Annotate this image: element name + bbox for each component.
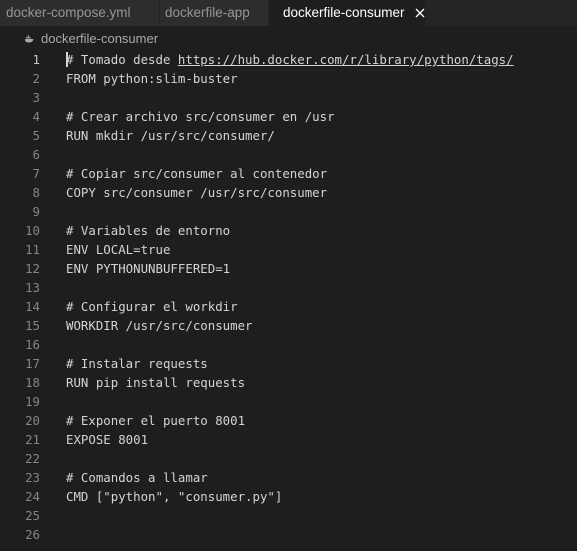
code-line[interactable]: 16 bbox=[0, 335, 577, 354]
code-line[interactable]: 3 bbox=[0, 88, 577, 107]
line-number: 2 bbox=[32, 71, 40, 86]
code-line[interactable]: 6 bbox=[0, 145, 577, 164]
code-text[interactable]: # Configurar el workdir bbox=[66, 297, 238, 316]
code-text[interactable]: # Variables de entorno bbox=[66, 221, 230, 240]
breadcrumb: dockerfile-consumer bbox=[0, 26, 577, 51]
breadcrumb-label[interactable]: dockerfile-consumer bbox=[41, 31, 158, 46]
line-number: 20 bbox=[25, 413, 40, 428]
line-number: 25 bbox=[25, 508, 40, 523]
code-text[interactable]: # Crear archivo src/consumer en /usr bbox=[66, 107, 335, 126]
code-line[interactable]: 12 ENV PYTHONUNBUFFERED=1 bbox=[0, 259, 577, 278]
code-line[interactable]: 21 EXPOSE 8001 bbox=[0, 430, 577, 449]
code-text[interactable]: CMD ["python", "consumer.py"] bbox=[66, 487, 282, 506]
line-number: 18 bbox=[25, 375, 40, 390]
code-text[interactable]: # Exponer el puerto 8001 bbox=[66, 411, 245, 430]
code-line[interactable]: 9 bbox=[0, 202, 577, 221]
code-line[interactable]: 15 WORKDIR /usr/src/consumer bbox=[0, 316, 577, 335]
code-line[interactable]: 23 # Comandos a llamar bbox=[0, 468, 577, 487]
line-number: 19 bbox=[25, 394, 40, 409]
code-line[interactable]: 14 # Configurar el workdir bbox=[0, 297, 577, 316]
tab-bar: docker-compose.yml dockerfile-app docker… bbox=[0, 0, 577, 26]
line-number: 11 bbox=[25, 242, 40, 257]
code-editor[interactable]: 1 # Tomado desde https://hub.docker.com/r… bbox=[0, 50, 577, 551]
file-icon bbox=[23, 33, 35, 45]
tab-dockerfile-app[interactable]: dockerfile-app bbox=[160, 0, 269, 26]
code-text[interactable]: # Comandos a llamar bbox=[66, 468, 208, 487]
line-number: 23 bbox=[25, 470, 40, 485]
line-number: 14 bbox=[25, 299, 40, 314]
line-number: 6 bbox=[32, 147, 40, 162]
code-line[interactable]: 1 # Tomado desde https://hub.docker.com/r… bbox=[0, 50, 577, 69]
tab-dockerfile-consumer[interactable]: dockerfile-consumer bbox=[269, 0, 425, 26]
line-number: 12 bbox=[25, 261, 40, 276]
code-line[interactable]: 26 bbox=[0, 525, 577, 544]
code-line[interactable]: 2 FROM python:slim-buster bbox=[0, 69, 577, 88]
line-number: 3 bbox=[32, 90, 40, 105]
code-text[interactable]: # Copiar src/consumer al contenedor bbox=[66, 164, 327, 183]
line-number: 5 bbox=[32, 128, 40, 143]
code-line[interactable]: 4 # Crear archivo src/consumer en /usr bbox=[0, 107, 577, 126]
code-text[interactable]: WORKDIR /usr/src/consumer bbox=[66, 316, 253, 335]
code-text[interactable]: # Tomado desde https://hub.docker.com/r/… bbox=[66, 50, 514, 69]
line-number: 21 bbox=[25, 432, 40, 447]
line-number: 4 bbox=[32, 109, 40, 124]
line-number: 10 bbox=[25, 223, 40, 238]
tab-docker-compose[interactable]: docker-compose.yml bbox=[0, 0, 160, 26]
code-line[interactable]: 22 bbox=[0, 449, 577, 468]
line-number: 15 bbox=[25, 318, 40, 333]
tab-label: dockerfile-consumer bbox=[283, 5, 405, 20]
code-line[interactable]: 13 bbox=[0, 278, 577, 297]
code-line[interactable]: 20 # Exponer el puerto 8001 bbox=[0, 411, 577, 430]
line-number: 17 bbox=[25, 356, 40, 371]
line-number: 13 bbox=[25, 280, 40, 295]
code-line[interactable]: 7 # Copiar src/consumer al contenedor bbox=[0, 164, 577, 183]
line-number: 8 bbox=[32, 185, 40, 200]
line-number: 26 bbox=[25, 527, 40, 542]
url-link[interactable]: https://hub.docker.com/r/library/python/… bbox=[178, 52, 514, 67]
line-number: 9 bbox=[32, 204, 40, 219]
code-text[interactable]: ENV PYTHONUNBUFFERED=1 bbox=[66, 259, 230, 278]
line-number: 1 bbox=[32, 52, 40, 67]
tab-bar-empty bbox=[425, 0, 577, 26]
close-icon[interactable] bbox=[413, 6, 425, 20]
code-text[interactable]: RUN pip install requests bbox=[66, 373, 245, 392]
line-number: 24 bbox=[25, 489, 40, 504]
code-line[interactable]: 24 CMD ["python", "consumer.py"] bbox=[0, 487, 577, 506]
code-line[interactable]: 18 RUN pip install requests bbox=[0, 373, 577, 392]
code-line[interactable]: 11 ENV LOCAL=true bbox=[0, 240, 577, 259]
code-text[interactable]: RUN mkdir /usr/src/consumer/ bbox=[66, 126, 275, 145]
code-text[interactable]: ENV LOCAL=true bbox=[66, 240, 170, 259]
line-number: 22 bbox=[25, 451, 40, 466]
code-text[interactable]: # Instalar requests bbox=[66, 354, 208, 373]
code-line[interactable]: 5 RUN mkdir /usr/src/consumer/ bbox=[0, 126, 577, 145]
line-number: 16 bbox=[25, 337, 40, 352]
code-text[interactable]: EXPOSE 8001 bbox=[66, 430, 148, 449]
text-cursor bbox=[66, 52, 68, 67]
code-line[interactable]: 17 # Instalar requests bbox=[0, 354, 577, 373]
code-text[interactable]: FROM python:slim-buster bbox=[66, 69, 238, 88]
code-line[interactable]: 8 COPY src/consumer /usr/src/consumer bbox=[0, 183, 577, 202]
line-number: 7 bbox=[32, 166, 40, 181]
comment-text: # Tomado desde bbox=[66, 52, 178, 67]
code-line[interactable]: 10 # Variables de entorno bbox=[0, 221, 577, 240]
code-line[interactable]: 19 bbox=[0, 392, 577, 411]
code-text[interactable]: COPY src/consumer /usr/src/consumer bbox=[66, 183, 327, 202]
code-line[interactable]: 25 bbox=[0, 506, 577, 525]
